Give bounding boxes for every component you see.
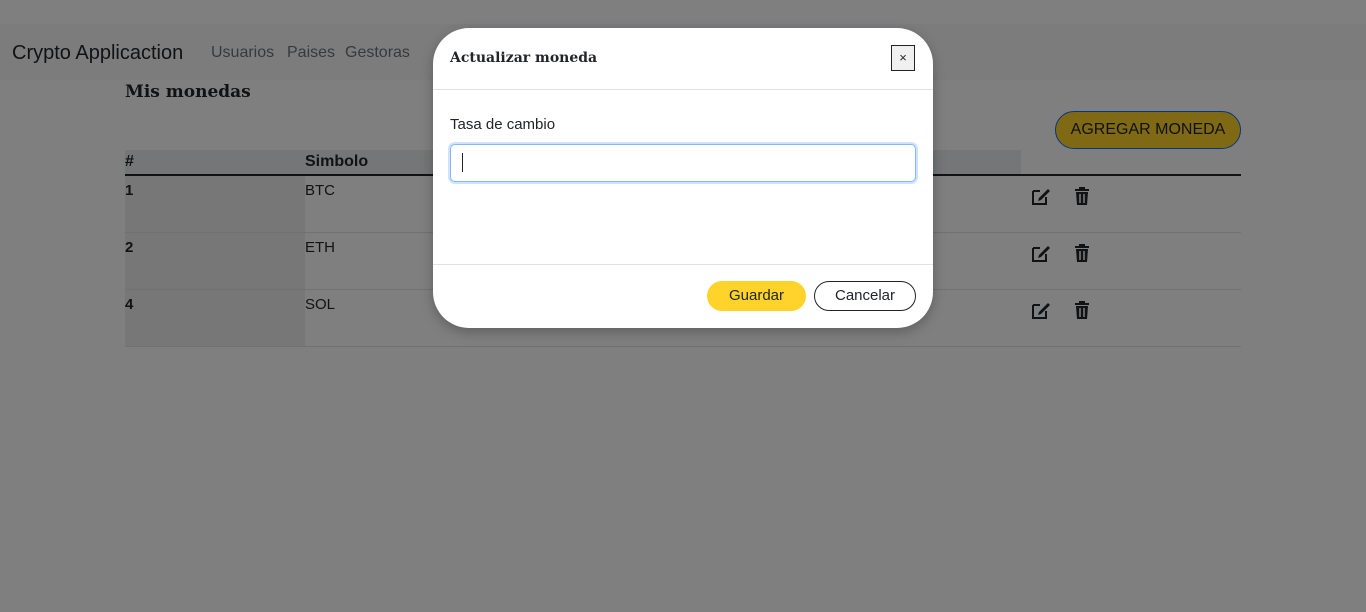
update-coin-modal: Actualizar moneda × Tasa de cambio Guard… <box>433 28 933 328</box>
text-caret <box>462 153 463 172</box>
exchange-rate-input[interactable] <box>450 144 916 182</box>
cancel-button[interactable]: Cancelar <box>814 281 916 311</box>
modal-header-divider <box>433 89 933 90</box>
save-button[interactable]: Guardar <box>707 281 806 311</box>
exchange-rate-label: Tasa de cambio <box>450 116 556 133</box>
modal-title: Actualizar moneda <box>450 50 598 66</box>
modal-footer-divider <box>433 264 933 265</box>
close-button[interactable]: × <box>891 45 915 71</box>
